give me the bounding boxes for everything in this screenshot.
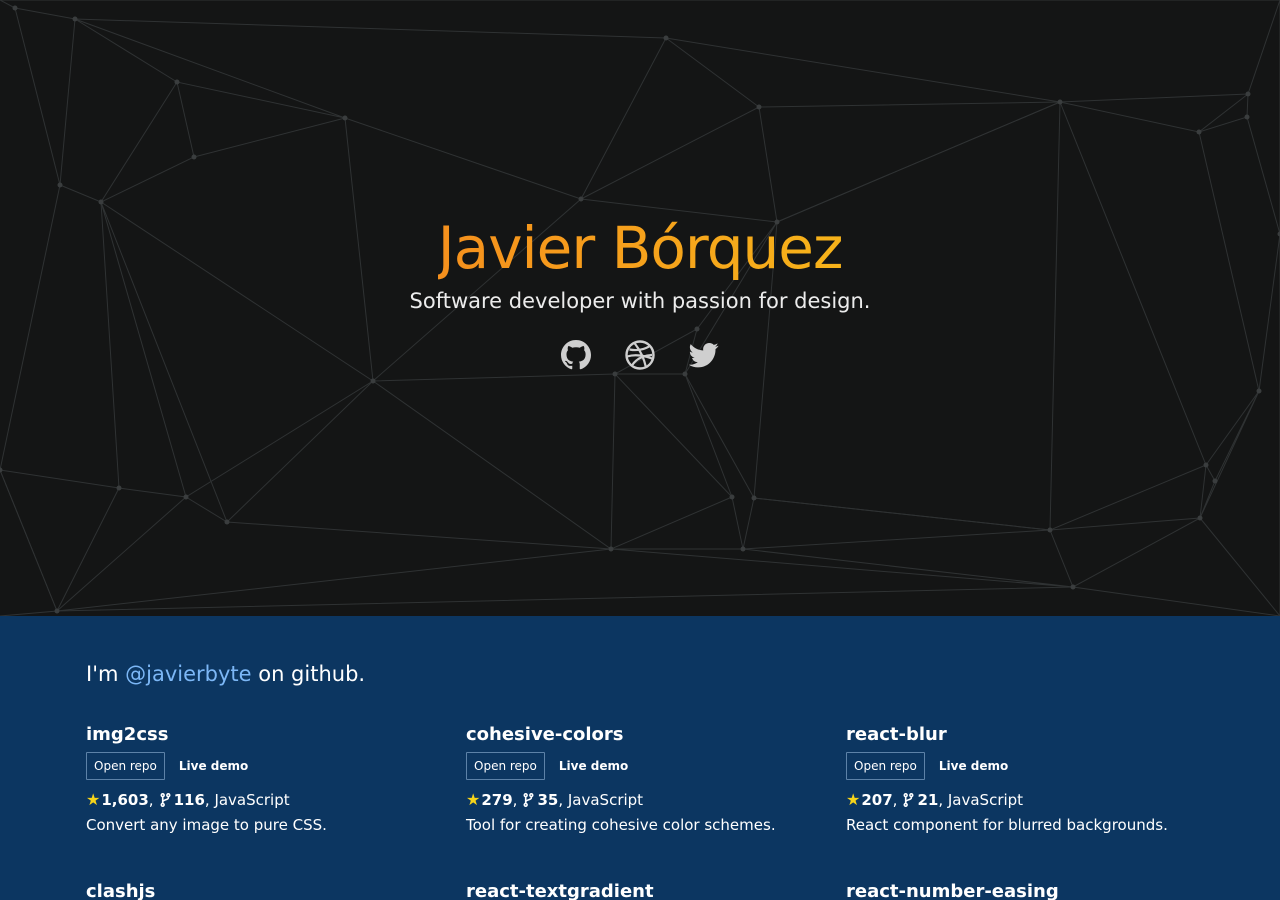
- fork-count: 35: [537, 791, 559, 809]
- repo-card-react-blur: react-blur Open repo Live demo ★ 207, 21,…: [846, 724, 1226, 835]
- repo-description: Tool for creating cohesive color schemes…: [466, 816, 776, 834]
- github-link[interactable]: [561, 340, 591, 370]
- live-demo-link[interactable]: Live demo: [179, 759, 248, 773]
- repo-language: JavaScript: [567, 791, 644, 809]
- twitter-icon: [689, 343, 719, 368]
- intro-prefix: I'm: [86, 662, 126, 686]
- star-count: 207: [861, 791, 893, 809]
- star-count: 279: [481, 791, 513, 809]
- repo-name: react-blur: [846, 724, 947, 745]
- live-demo-link[interactable]: Live demo: [559, 759, 628, 773]
- repo-description: Convert any image to pure CSS.: [86, 816, 327, 834]
- page-title: Javier Bórquez: [437, 214, 844, 282]
- repo-name: react-number-easing: [846, 881, 1059, 900]
- github-intro: I'm @javierbyte on github.: [86, 662, 365, 686]
- repo-card-react-number-easing: react-number-easing: [846, 881, 1226, 900]
- repo-stats: ★ 207, 21, JavaScript: [846, 790, 1024, 809]
- repo-stats: ★ 1,603, 116, JavaScript: [86, 790, 290, 809]
- repo-name: cohesive-colors: [466, 724, 624, 745]
- live-demo-link[interactable]: Live demo: [939, 759, 1008, 773]
- intro-suffix: on github.: [251, 662, 366, 686]
- star-icon: ★: [86, 790, 101, 809]
- star-count: 1,603: [101, 791, 149, 809]
- repo-name: img2css: [86, 724, 169, 745]
- repo-actions: Open repo Live demo: [846, 752, 1226, 780]
- fork-icon: [523, 793, 534, 807]
- repo-actions: Open repo Live demo: [86, 752, 466, 780]
- dribbble-icon: [625, 340, 655, 370]
- github-handle-link[interactable]: @javierbyte: [125, 662, 251, 686]
- repo-actions: Open repo Live demo: [466, 752, 846, 780]
- open-repo-button[interactable]: Open repo: [86, 752, 165, 780]
- open-repo-button[interactable]: Open repo: [466, 752, 545, 780]
- tagline: Software developer with passion for desi…: [409, 289, 871, 313]
- repo-language: JavaScript: [214, 791, 290, 809]
- fork-icon: [160, 793, 171, 807]
- hero-section: Javier Bórquez Software developer with p…: [0, 0, 1280, 616]
- repo-card-clashjs: clashjs: [86, 881, 466, 900]
- dribbble-link[interactable]: [625, 340, 655, 370]
- repo-name: react-textgradient: [466, 881, 654, 900]
- projects-section: I'm @javierbyte on github. img2css Open …: [0, 616, 1280, 900]
- repo-grid: img2css Open repo Live demo ★ 1,603, 116,…: [86, 724, 1226, 900]
- open-repo-button[interactable]: Open repo: [846, 752, 925, 780]
- star-icon: ★: [846, 790, 861, 809]
- hero-content: Javier Bórquez Software developer with p…: [0, 212, 1280, 370]
- repo-card-react-textgradient: react-textgradient: [466, 881, 846, 900]
- repo-stats: ★ 279, 35, JavaScript: [466, 790, 644, 809]
- star-icon: ★: [466, 790, 481, 809]
- github-icon: [561, 340, 591, 370]
- repo-name: clashjs: [86, 881, 156, 900]
- twitter-link[interactable]: [689, 340, 719, 370]
- repo-description: React component for blurred backgrounds.: [846, 816, 1168, 834]
- fork-icon: [903, 793, 914, 807]
- fork-count: 21: [917, 791, 939, 809]
- repo-card-img2css: img2css Open repo Live demo ★ 1,603, 116,…: [86, 724, 466, 835]
- repo-language: JavaScript: [947, 791, 1024, 809]
- repo-card-cohesive-colors: cohesive-colors Open repo Live demo ★ 279…: [466, 724, 846, 835]
- social-links: [0, 340, 1280, 370]
- fork-count: 116: [173, 791, 205, 809]
